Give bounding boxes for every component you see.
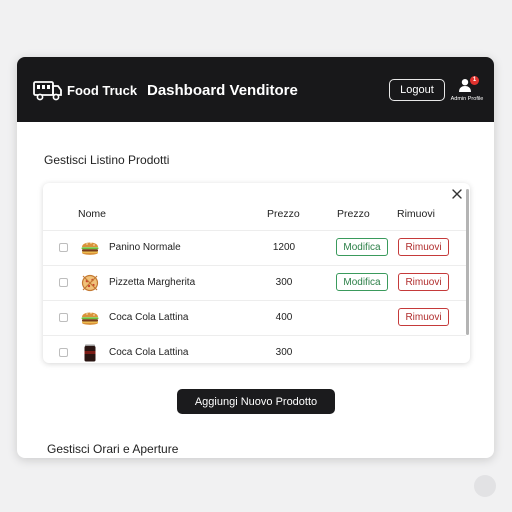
remove-button[interactable]: Rimuovi	[398, 273, 449, 291]
admin-profile-menu[interactable]: 1 Admin Profile	[447, 75, 487, 109]
product-name: Panino Normale	[109, 242, 181, 253]
row-checkbox[interactable]	[59, 243, 68, 252]
close-icon[interactable]	[451, 188, 463, 200]
remove-button[interactable]: Rimuovi	[398, 308, 449, 326]
product-name: Coca Cola Lattina	[109, 312, 189, 323]
column-header-name: Nome	[78, 208, 107, 220]
profile-label: Admin Profile	[450, 96, 484, 102]
column-header-remove: Rimuovi	[397, 208, 435, 220]
row-checkbox[interactable]	[59, 313, 68, 322]
brand-label: Food Truck	[67, 83, 138, 98]
notification-badge: 1	[470, 76, 479, 85]
row-checkbox[interactable]	[59, 278, 68, 287]
product-name: Coca Cola Lattina	[109, 347, 189, 358]
row-checkbox[interactable]	[59, 348, 68, 357]
product-list-panel: Nome Prezzo Prezzo Rimuovi Panino Normal…	[43, 183, 470, 363]
product-price: 300	[275, 347, 293, 358]
dashboard-window: Food Truck Dashboard Venditore Logout 1 …	[17, 57, 494, 458]
top-navigation-bar: Food Truck Dashboard Venditore Logout 1 …	[17, 57, 494, 122]
products-section-title: Gestisci Listino Prodotti	[44, 153, 170, 167]
column-header-price-actions: Prezzo	[337, 208, 370, 220]
page-title: Dashboard Venditore	[147, 82, 298, 99]
burger-icon	[81, 312, 99, 325]
add-product-button[interactable]: Aggiungi Nuovo Prodotto	[177, 389, 335, 414]
food-truck-icon	[33, 81, 62, 101]
pizza-icon	[81, 274, 99, 292]
burger-icon	[81, 242, 99, 255]
column-header-price: Prezzo	[267, 208, 300, 220]
edit-button[interactable]: Modifica	[336, 273, 388, 291]
product-price: 1200	[272, 242, 296, 253]
product-name: Pizzetta Margherita	[109, 277, 196, 288]
hours-section-title: Gestisci Orari e Aperture	[47, 442, 179, 456]
product-row: Pizzetta Margherita 300 Modifica Rimuovi	[43, 265, 466, 300]
product-price: 400	[275, 312, 293, 323]
product-row: Panino Normale 1200 Modifica Rimuovi	[43, 230, 466, 265]
cola-can-icon	[84, 344, 96, 362]
edit-button[interactable]: Modifica	[336, 238, 388, 256]
corner-logo-icon	[474, 475, 496, 497]
product-row: Coca Cola Lattina 300	[43, 335, 466, 370]
product-price: 300	[275, 277, 293, 288]
remove-button[interactable]: Rimuovi	[398, 238, 449, 256]
panel-scrollbar[interactable]	[466, 189, 469, 335]
logout-button[interactable]: Logout	[389, 79, 445, 101]
product-row: Coca Cola Lattina 400 Rimuovi	[43, 300, 466, 335]
